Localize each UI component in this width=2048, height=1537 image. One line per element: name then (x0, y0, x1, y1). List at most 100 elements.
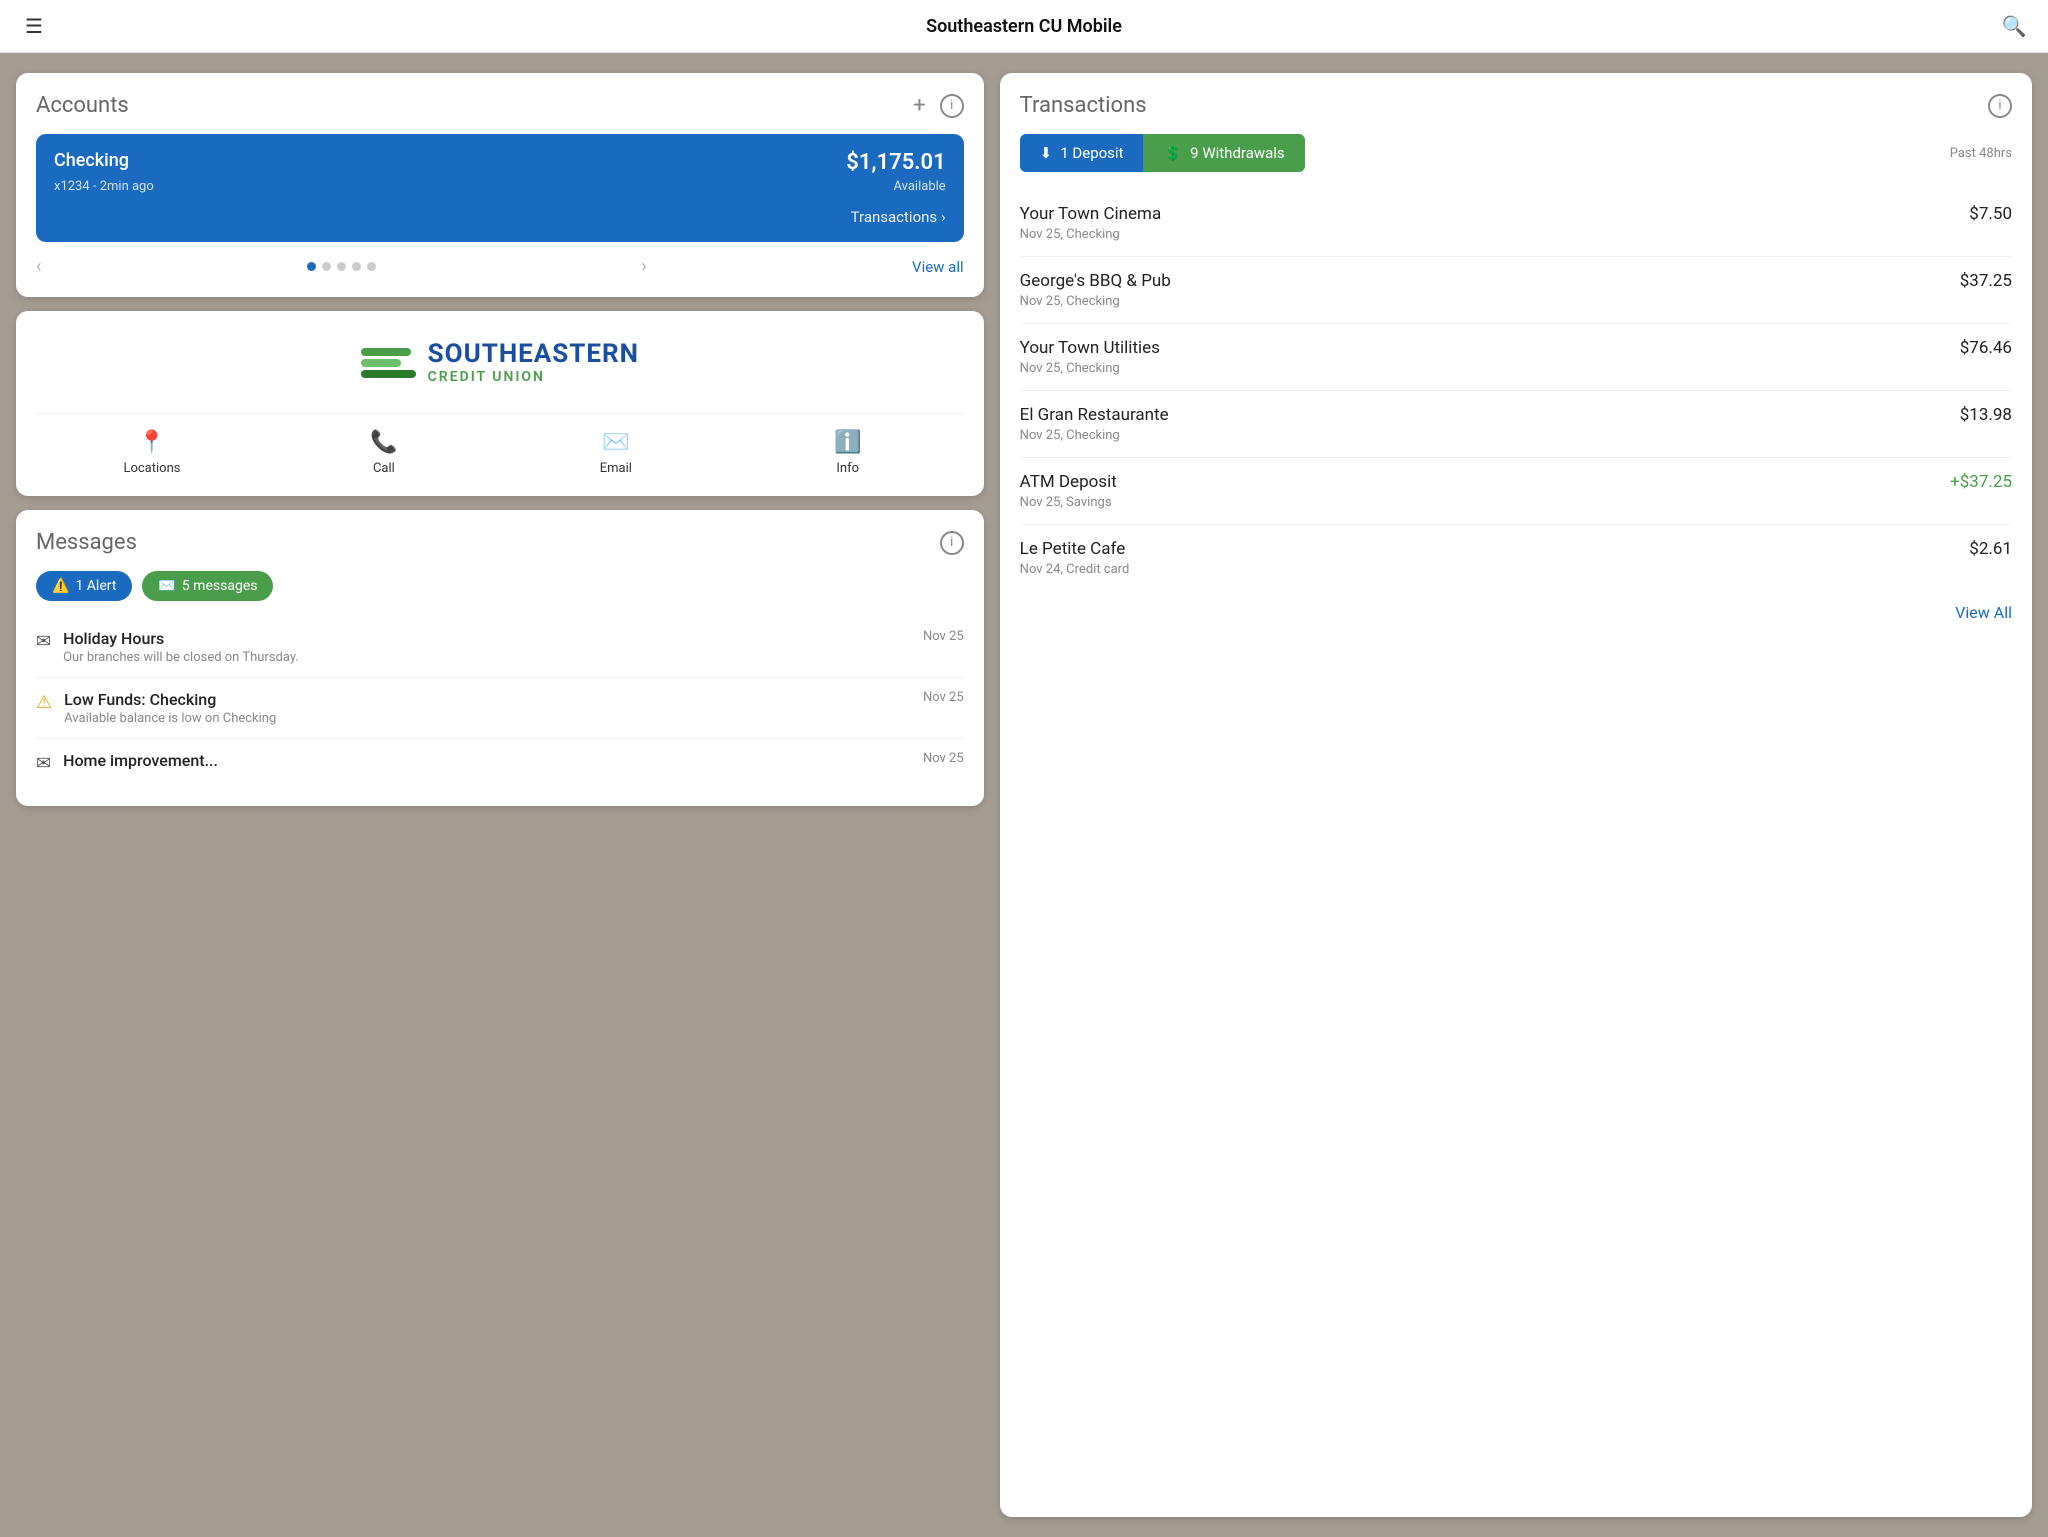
transaction-item-3[interactable]: Your Town Utilities Nov 25, Checking $76… (1020, 324, 2012, 391)
dot-4[interactable] (352, 262, 361, 271)
transaction-filters: ⬇ 1 Deposit 💲 9 Withdrawals Past 48hrs (1020, 134, 2012, 172)
logo-icon: SOUTHEASTERN CREDIT UNION (361, 341, 639, 385)
deposit-filter-label: 1 Deposit (1060, 144, 1123, 162)
next-account-button[interactable]: › (641, 256, 646, 277)
transactions-header: Transactions i (1020, 93, 2012, 118)
checking-top: Checking $1,175.01 (54, 150, 946, 175)
alert-triangle-icon: ⚠ (36, 692, 52, 713)
view-all-accounts-link[interactable]: View all (912, 258, 964, 276)
message-badges: ⚠️ 1 Alert ✉️ 5 messages (36, 571, 964, 601)
cu-locations-label: Locations (123, 461, 180, 476)
txn-details-4: El Gran Restaurante Nov 25, Checking (1020, 405, 1169, 443)
message-envelope-icon: ✉ (36, 631, 51, 652)
menu-icon[interactable]: ☰ (20, 14, 48, 38)
messages-info-button[interactable]: i (940, 531, 964, 555)
message-date-2: Nov 25 (923, 690, 964, 705)
accounts-pagination: ‹ › View all (36, 256, 964, 277)
info-icon: ℹ️ (834, 430, 861, 455)
message-item-3[interactable]: ✉ Home improvement... Nov 25 (36, 739, 964, 786)
transactions-title: Transactions (1020, 93, 1147, 118)
cu-action-email[interactable]: ✉️ Email (500, 430, 732, 476)
message-date-1: Nov 25 (923, 629, 964, 644)
txn-details-3: Your Town Utilities Nov 25, Checking (1020, 338, 1160, 376)
txn-name-1: Your Town Cinema (1020, 204, 1162, 224)
main-content: Accounts + i Checking $1,175.01 x1234 - … (0, 53, 2048, 1537)
txn-meta-5: Nov 25, Savings (1020, 495, 1117, 510)
chevron-right-icon: › (941, 208, 946, 226)
cu-logo: SOUTHEASTERN CREDIT UNION (36, 331, 964, 395)
logo-wave-1 (361, 348, 411, 356)
prev-account-button[interactable]: ‹ (36, 256, 41, 277)
logo-wave-2 (361, 359, 401, 367)
app-header: ☰ Southeastern CU Mobile 🔍 (0, 0, 2048, 53)
deposit-filter-button[interactable]: ⬇ 1 Deposit (1020, 134, 1144, 172)
cu-action-call[interactable]: 📞 Call (268, 430, 500, 476)
dot-2[interactable] (322, 262, 331, 271)
txn-amount-5: +$37.25 (1950, 472, 2012, 492)
alert-badge-label: 1 Alert (75, 578, 116, 594)
message-content-1: Holiday Hours Our branches will be close… (63, 629, 911, 665)
txn-meta-4: Nov 25, Checking (1020, 428, 1169, 443)
txn-amount-3: $76.46 (1960, 338, 2012, 358)
alert-badge-icon: ⚠️ (52, 578, 69, 594)
messages-header: Messages i (36, 530, 964, 555)
accounts-header: Accounts + i (36, 93, 964, 118)
dot-1[interactable] (307, 262, 316, 271)
withdrawal-filter-button[interactable]: 💲 9 Withdrawals (1143, 134, 1304, 172)
txn-name-3: Your Town Utilities (1020, 338, 1160, 358)
left-column: Accounts + i Checking $1,175.01 x1234 - … (16, 73, 984, 1517)
checking-card[interactable]: Checking $1,175.01 x1234 - 2min ago Avai… (36, 134, 964, 242)
cu-info-label: Info (836, 461, 859, 476)
accounts-card: Accounts + i Checking $1,175.01 x1234 - … (16, 73, 984, 297)
txn-amount-6: $2.61 (1969, 539, 2012, 559)
message-subtitle-1: Our branches will be closed on Thursday. (63, 650, 911, 665)
txn-amount-4: $13.98 (1960, 405, 2012, 425)
txn-amount-2: $37.25 (1960, 271, 2012, 291)
txn-details-2: George's BBQ & Pub Nov 25, Checking (1020, 271, 1171, 309)
dot-5[interactable] (367, 262, 376, 271)
message-item-2[interactable]: ⚠ Low Funds: Checking Available balance … (36, 678, 964, 739)
txn-meta-2: Nov 25, Checking (1020, 294, 1171, 309)
transaction-item-4[interactable]: El Gran Restaurante Nov 25, Checking $13… (1020, 391, 2012, 458)
txn-amount-1: $7.50 (1969, 204, 2012, 224)
transaction-item-6[interactable]: Le Petite Cafe Nov 24, Credit card $2.61 (1020, 525, 2012, 591)
cu-name-line2: CREDIT UNION (428, 369, 639, 385)
checking-bottom: Transactions › (54, 208, 946, 226)
accounts-info-button[interactable]: i (940, 94, 964, 118)
message-content-3: Home improvement... (63, 751, 911, 770)
transaction-item-1[interactable]: Your Town Cinema Nov 25, Checking $7.50 (1020, 190, 2012, 257)
cu-action-locations[interactable]: 📍 Locations (36, 430, 268, 476)
checking-subtitles: x1234 - 2min ago Available (54, 179, 946, 194)
transaction-item-2[interactable]: George's BBQ & Pub Nov 25, Checking $37.… (1020, 257, 2012, 324)
messages-badge-icon: ✉️ (158, 578, 175, 594)
transaction-item-5[interactable]: ATM Deposit Nov 25, Savings +$37.25 (1020, 458, 2012, 525)
view-all-transactions-link[interactable]: View All (1955, 603, 2012, 622)
checking-transactions-link[interactable]: Transactions › (851, 208, 946, 226)
logo-text: SOUTHEASTERN CREDIT UNION (428, 341, 639, 385)
message-item-1[interactable]: ✉ Holiday Hours Our branches will be clo… (36, 617, 964, 678)
messages-badge-button[interactable]: ✉️ 5 messages (142, 571, 273, 601)
message-date-3: Nov 25 (923, 751, 964, 766)
messages-badge-label: 5 messages (182, 578, 258, 594)
message-subtitle-2: Available balance is low on Checking (64, 711, 911, 726)
txn-meta-3: Nov 25, Checking (1020, 361, 1160, 376)
cu-call-label: Call (373, 461, 395, 476)
dot-3[interactable] (337, 262, 346, 271)
txn-details-6: Le Petite Cafe Nov 24, Credit card (1020, 539, 1130, 577)
search-icon[interactable]: 🔍 (2000, 14, 2028, 38)
txn-name-5: ATM Deposit (1020, 472, 1117, 492)
cu-action-info[interactable]: ℹ️ Info (732, 430, 964, 476)
add-account-button[interactable]: + (913, 93, 925, 118)
txn-meta-1: Nov 25, Checking (1020, 227, 1162, 242)
right-column: Transactions i ⬇ 1 Deposit 💲 9 Withdrawa… (1000, 73, 2032, 1517)
transactions-info-button[interactable]: i (1988, 94, 2012, 118)
message-title-3: Home improvement... (63, 751, 911, 770)
txn-details-5: ATM Deposit Nov 25, Savings (1020, 472, 1117, 510)
email-icon: ✉️ (602, 430, 629, 455)
alert-badge-button[interactable]: ⚠️ 1 Alert (36, 571, 132, 601)
logo-wave-3 (361, 370, 416, 378)
cu-email-label: Email (600, 461, 632, 476)
txn-name-2: George's BBQ & Pub (1020, 271, 1171, 291)
phone-icon: 📞 (370, 430, 397, 455)
message-title-1: Holiday Hours (63, 629, 911, 648)
